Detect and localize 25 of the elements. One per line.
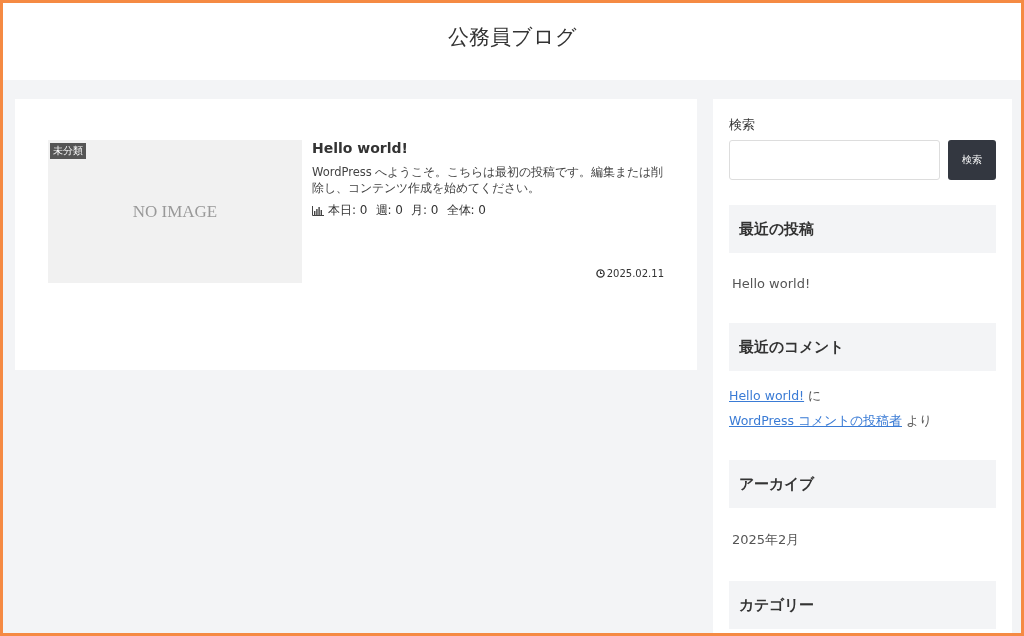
search-field[interactable]	[729, 140, 940, 180]
post-link[interactable]: Hello world!	[729, 388, 805, 403]
view-count: 週: 0	[375, 202, 403, 220]
widget-link[interactable]: 2025年2月	[732, 532, 800, 547]
view-count: 月: 0	[411, 202, 439, 220]
widget-heading: 最近の投稿	[729, 205, 996, 253]
widget-heading: アーカイブ	[729, 460, 996, 508]
search-button[interactable]: 検索	[948, 140, 996, 180]
post-excerpt: WordPress へようこそ。こちらは最初の投稿です。編集または削除し、コンテンツ作成を始めてください。	[312, 164, 664, 197]
view-count: 全体: 0	[446, 202, 486, 220]
category-label: 未分類	[50, 143, 86, 159]
recent-comment: Hello world! に WordPress コメントの投稿者 より	[729, 387, 933, 430]
no-image-text: NO IMAGE	[132, 201, 218, 222]
author-link[interactable]: WordPress コメントの投稿者	[729, 413, 902, 428]
clock-icon	[595, 269, 605, 278]
search-label: 検索	[729, 116, 756, 134]
bar-chart-icon	[312, 205, 324, 216]
no-image-thumbnail[interactable]: 未分類 NO IMAGE	[48, 140, 302, 283]
widget-heading: 最近のコメント	[729, 323, 996, 371]
post-title[interactable]: Hello world!	[312, 140, 664, 156]
widget-link[interactable]: Hello world!	[732, 276, 811, 291]
site-title[interactable]: 公務員ブログ	[447, 22, 577, 51]
widget-heading: カテゴリー	[729, 581, 996, 629]
view-count: 本日: 0	[328, 202, 368, 220]
post-date: 2025.02.11	[606, 268, 664, 279]
